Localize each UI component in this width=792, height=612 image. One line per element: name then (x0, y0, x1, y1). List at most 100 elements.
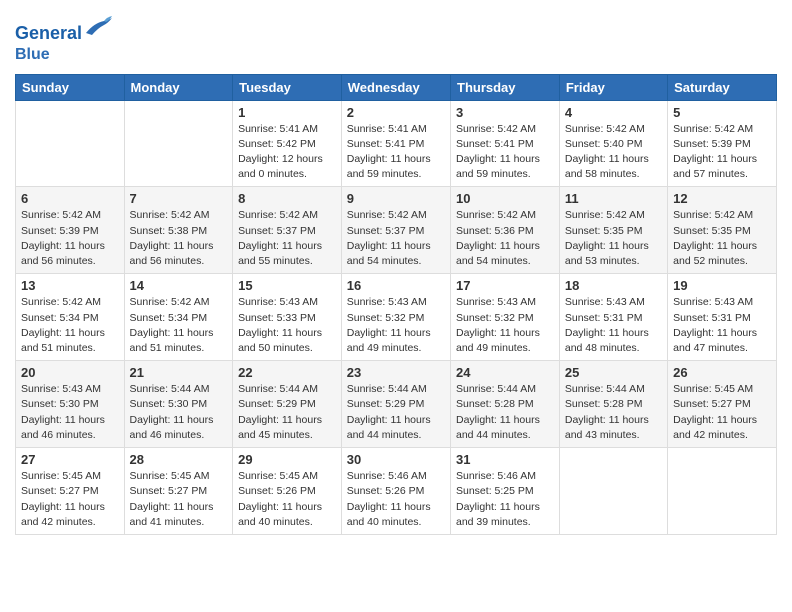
calendar-cell: 11 Sunrise: 5:42 AMSunset: 5:35 PMDayligh… (559, 187, 667, 274)
calendar-cell: 1 Sunrise: 5:41 AMSunset: 5:42 PMDaylight… (233, 100, 342, 187)
calendar-cell: 26Sunrise: 5:45 AMSunset: 5:27 PMDayligh… (668, 361, 777, 448)
calendar-cell (559, 448, 667, 535)
calendar-week-row: 1 Sunrise: 5:41 AMSunset: 5:42 PMDaylight… (16, 100, 777, 187)
calendar-cell: 21 Sunrise: 5:44 AMSunset: 5:30 PMDayligh… (124, 361, 233, 448)
day-info: Sunrise: 5:42 AMSunset: 5:38 PMDaylight:… (130, 208, 228, 269)
day-info: Sunrise: 5:44 AMSunset: 5:28 PMDaylight:… (565, 382, 662, 443)
weekday-header-sunday: Sunday (16, 74, 125, 100)
day-number: 7 (130, 191, 228, 206)
day-number: 19 (673, 278, 771, 293)
calendar-cell: 22 Sunrise: 5:44 AMSunset: 5:29 PMDayligh… (233, 361, 342, 448)
day-info: Sunrise: 5:43 AMSunset: 5:32 PMDaylight:… (456, 295, 554, 356)
calendar-cell: 18 Sunrise: 5:43 AMSunset: 5:31 PMDayligh… (559, 274, 667, 361)
day-info: Sunrise: 5:41 AMSunset: 5:41 PMDaylight:… (347, 122, 445, 183)
day-info: Sunrise: 5:43 AMSunset: 5:31 PMDaylight:… (565, 295, 662, 356)
weekday-header-thursday: Thursday (451, 74, 560, 100)
day-info: Sunrise: 5:45 AMSunset: 5:27 PMDaylight:… (130, 469, 228, 530)
calendar-cell: 3 Sunrise: 5:42 AMSunset: 5:41 PMDaylight… (451, 100, 560, 187)
day-info: Sunrise: 5:43 AMSunset: 5:32 PMDaylight:… (347, 295, 445, 356)
weekday-header-tuesday: Tuesday (233, 74, 342, 100)
day-info: Sunrise: 5:44 AMSunset: 5:30 PMDaylight:… (130, 382, 228, 443)
day-number: 24 (456, 365, 554, 380)
calendar-cell: 9 Sunrise: 5:42 AMSunset: 5:37 PMDaylight… (341, 187, 450, 274)
day-info: Sunrise: 5:45 AMSunset: 5:27 PMDaylight:… (21, 469, 119, 530)
day-number: 20 (21, 365, 119, 380)
day-number: 9 (347, 191, 445, 206)
day-number: 8 (238, 191, 336, 206)
day-number: 6 (21, 191, 119, 206)
logo-blue: Blue (15, 46, 50, 63)
day-number: 4 (565, 105, 662, 120)
day-info: Sunrise: 5:46 AMSunset: 5:26 PMDaylight:… (347, 469, 445, 530)
weekday-header-monday: Monday (124, 74, 233, 100)
calendar-cell: 8Sunrise: 5:42 AMSunset: 5:37 PMDaylight… (233, 187, 342, 274)
day-info: Sunrise: 5:43 AMSunset: 5:30 PMDaylight:… (21, 382, 119, 443)
day-info: Sunrise: 5:43 AMSunset: 5:33 PMDaylight:… (238, 295, 336, 356)
day-number: 25 (565, 365, 662, 380)
day-info: Sunrise: 5:45 AMSunset: 5:26 PMDaylight:… (238, 469, 336, 530)
calendar-cell: 15 Sunrise: 5:43 AMSunset: 5:33 PMDayligh… (233, 274, 342, 361)
day-number: 1 (238, 105, 336, 120)
calendar-cell: 6 Sunrise: 5:42 AMSunset: 5:39 PMDaylight… (16, 187, 125, 274)
day-number: 21 (130, 365, 228, 380)
calendar-cell: 19 Sunrise: 5:43 AMSunset: 5:31 PMDayligh… (668, 274, 777, 361)
calendar-cell: 10 Sunrise: 5:42 AMSunset: 5:36 PMDayligh… (451, 187, 560, 274)
calendar-cell: 17Sunrise: 5:43 AMSunset: 5:32 PMDayligh… (451, 274, 560, 361)
day-number: 2 (347, 105, 445, 120)
calendar-cell (16, 100, 125, 187)
weekday-header-row: SundayMondayTuesdayWednesdayThursdayFrid… (16, 74, 777, 100)
day-number: 27 (21, 452, 119, 467)
day-number: 13 (21, 278, 119, 293)
day-info: Sunrise: 5:42 AMSunset: 5:34 PMDaylight:… (130, 295, 228, 356)
day-number: 29 (238, 452, 336, 467)
calendar-cell (668, 448, 777, 535)
day-info: Sunrise: 5:44 AMSunset: 5:29 PMDaylight:… (347, 382, 445, 443)
day-number: 15 (238, 278, 336, 293)
calendar-week-row: 27 Sunrise: 5:45 AMSunset: 5:27 PMDayligh… (16, 448, 777, 535)
day-info: Sunrise: 5:42 AMSunset: 5:34 PMDaylight:… (21, 295, 119, 356)
calendar-cell: 5 Sunrise: 5:42 AMSunset: 5:39 PMDaylight… (668, 100, 777, 187)
day-number: 5 (673, 105, 771, 120)
calendar-cell: 23Sunrise: 5:44 AMSunset: 5:29 PMDayligh… (341, 361, 450, 448)
day-info: Sunrise: 5:43 AMSunset: 5:31 PMDaylight:… (673, 295, 771, 356)
calendar-cell (124, 100, 233, 187)
calendar-cell: 16 Sunrise: 5:43 AMSunset: 5:32 PMDayligh… (341, 274, 450, 361)
day-number: 14 (130, 278, 228, 293)
calendar-week-row: 20 Sunrise: 5:43 AMSunset: 5:30 PMDayligh… (16, 361, 777, 448)
logo-text: General Blue (15, 15, 114, 64)
calendar-cell: 4Sunrise: 5:42 AMSunset: 5:40 PMDaylight… (559, 100, 667, 187)
calendar-cell: 27 Sunrise: 5:45 AMSunset: 5:27 PMDayligh… (16, 448, 125, 535)
day-info: Sunrise: 5:42 AMSunset: 5:35 PMDaylight:… (565, 208, 662, 269)
weekday-header-friday: Friday (559, 74, 667, 100)
day-info: Sunrise: 5:44 AMSunset: 5:28 PMDaylight:… (456, 382, 554, 443)
calendar-table: SundayMondayTuesdayWednesdayThursdayFrid… (15, 74, 777, 535)
day-number: 22 (238, 365, 336, 380)
logo: General Blue (15, 15, 114, 64)
day-number: 10 (456, 191, 554, 206)
day-number: 18 (565, 278, 662, 293)
day-number: 31 (456, 452, 554, 467)
day-number: 3 (456, 105, 554, 120)
logo-general: General (15, 23, 82, 43)
logo-bird-icon (84, 15, 114, 39)
day-number: 30 (347, 452, 445, 467)
day-number: 16 (347, 278, 445, 293)
calendar-cell: 20 Sunrise: 5:43 AMSunset: 5:30 PMDayligh… (16, 361, 125, 448)
day-number: 11 (565, 191, 662, 206)
day-info: Sunrise: 5:45 AMSunset: 5:27 PMDaylight:… (673, 382, 771, 443)
calendar-cell: 12 Sunrise: 5:42 AMSunset: 5:35 PMDayligh… (668, 187, 777, 274)
day-info: Sunrise: 5:42 AMSunset: 5:35 PMDaylight:… (673, 208, 771, 269)
day-number: 12 (673, 191, 771, 206)
day-info: Sunrise: 5:42 AMSunset: 5:36 PMDaylight:… (456, 208, 554, 269)
calendar-cell: 31 Sunrise: 5:46 AMSunset: 5:25 PMDayligh… (451, 448, 560, 535)
day-info: Sunrise: 5:42 AMSunset: 5:39 PMDaylight:… (21, 208, 119, 269)
weekday-header-wednesday: Wednesday (341, 74, 450, 100)
day-info: Sunrise: 5:42 AMSunset: 5:37 PMDaylight:… (347, 208, 445, 269)
calendar-cell: 14 Sunrise: 5:42 AMSunset: 5:34 PMDayligh… (124, 274, 233, 361)
day-info: Sunrise: 5:42 AMSunset: 5:39 PMDaylight:… (673, 122, 771, 183)
day-info: Sunrise: 5:46 AMSunset: 5:25 PMDaylight:… (456, 469, 554, 530)
day-info: Sunrise: 5:41 AMSunset: 5:42 PMDaylight:… (238, 122, 336, 183)
calendar-cell: 7 Sunrise: 5:42 AMSunset: 5:38 PMDaylight… (124, 187, 233, 274)
day-info: Sunrise: 5:42 AMSunset: 5:41 PMDaylight:… (456, 122, 554, 183)
day-info: Sunrise: 5:44 AMSunset: 5:29 PMDaylight:… (238, 382, 336, 443)
